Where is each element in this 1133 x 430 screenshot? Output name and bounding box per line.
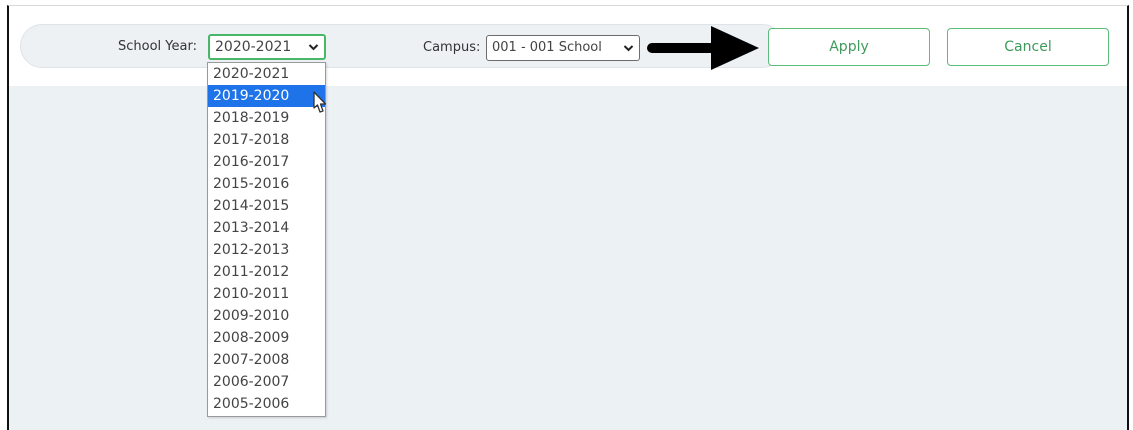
campus-select[interactable]: 001 - 001 School — [486, 35, 640, 61]
school-year-option[interactable]: 2011-2012 — [208, 261, 325, 283]
school-year-option[interactable]: 2014-2015 — [208, 195, 325, 217]
school-year-select[interactable]: 2020-2021 — [208, 34, 326, 60]
school-year-option[interactable]: 2020-2021 — [208, 63, 325, 85]
apply-button[interactable]: Apply — [768, 28, 930, 66]
chevron-down-icon — [623, 36, 634, 68]
school-year-option[interactable]: 2017-2018 — [208, 129, 325, 151]
campus-selected-value: 001 - 001 School — [492, 40, 602, 55]
arrow-right-icon — [647, 26, 759, 70]
school-year-option[interactable]: 2006-2007 — [208, 371, 325, 393]
cancel-button[interactable]: Cancel — [947, 28, 1109, 66]
school-year-option[interactable]: 2016-2017 — [208, 151, 325, 173]
school-year-option[interactable]: 2010-2011 — [208, 283, 325, 305]
mouse-pointer-icon — [313, 91, 327, 113]
school-year-option[interactable]: 2005-2006 — [208, 393, 325, 415]
school-year-option[interactable]: 2015-2016 — [208, 173, 325, 195]
school-year-option[interactable]: 2007-2008 — [208, 349, 325, 371]
content-area — [9, 86, 1127, 430]
school-year-option[interactable]: 2009-2010 — [208, 305, 325, 327]
school-year-option[interactable]: 2008-2009 — [208, 327, 325, 349]
school-year-option-highlighted[interactable]: 2019-2020 — [208, 85, 325, 107]
school-year-option[interactable]: 2018-2019 — [208, 107, 325, 129]
campus-label: Campus: — [423, 40, 481, 55]
school-year-selected-value: 2020-2021 — [215, 39, 292, 55]
school-year-option[interactable]: 2012-2013 — [208, 239, 325, 261]
school-year-dropdown-list: 2020-2021 2019-2020 2018-2019 2017-2018 … — [207, 62, 326, 417]
school-year-label: School Year: — [118, 39, 197, 54]
chevron-down-icon — [308, 36, 319, 65]
school-year-option[interactable]: 2013-2014 — [208, 217, 325, 239]
